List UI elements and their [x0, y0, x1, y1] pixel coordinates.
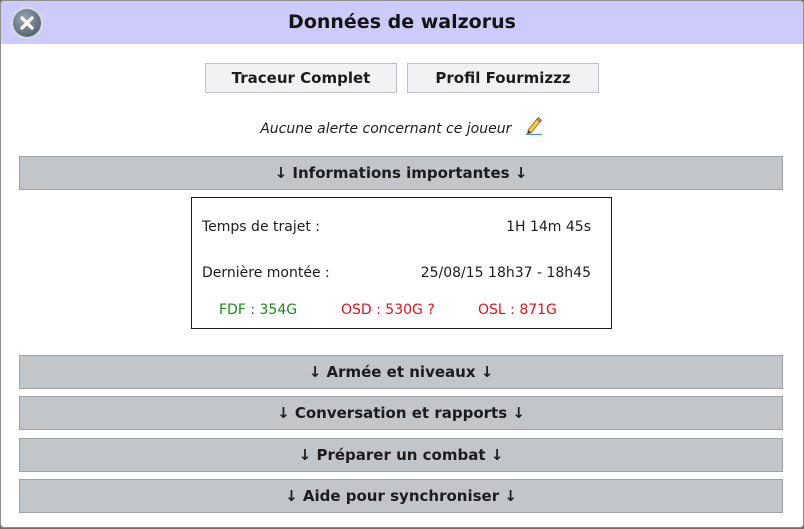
- section-prepare-combat[interactable]: ↓ Préparer un combat ↓: [19, 438, 783, 472]
- pencil-icon[interactable]: [524, 115, 544, 143]
- alert-row: Aucune alerte concernant ce joueur: [1, 115, 803, 139]
- fourmizzz-profile-button[interactable]: Profil Fourmizzz: [407, 63, 599, 93]
- tracer-complete-button[interactable]: Traceur Complet: [205, 63, 397, 93]
- close-icon[interactable]: [13, 9, 41, 37]
- dialog-titlebar: Données de walzorus: [1, 1, 803, 44]
- travel-time-label: Temps de trajet :: [202, 219, 320, 235]
- osl-stat: OSL : 871G: [478, 302, 557, 318]
- dialog-title: Données de walzorus: [288, 11, 516, 33]
- section-sync-help[interactable]: ↓ Aide pour synchroniser ↓: [19, 479, 783, 513]
- important-info-panel: Temps de trajet : 1H 14m 45s Dernière mo…: [191, 197, 612, 329]
- fdf-stat: FDF : 354G: [219, 302, 298, 318]
- osd-stat: OSD : 530G ?: [341, 302, 435, 318]
- travel-time-value: 1H 14m 45s: [506, 219, 591, 235]
- section-conversation-reports[interactable]: ↓ Conversation et rapports ↓: [19, 396, 783, 430]
- player-data-dialog: Données de walzorus Traceur Complet Prof…: [0, 0, 804, 528]
- alert-text: Aucune alerte concernant ce joueur: [260, 121, 512, 137]
- section-army-levels[interactable]: ↓ Armée et niveaux ↓: [19, 355, 783, 389]
- last-climb-value: 25/08/15 18h37 - 18h45: [420, 265, 591, 281]
- section-important-info[interactable]: ↓ Informations importantes ↓: [19, 156, 783, 190]
- last-climb-label: Dernière montée :: [202, 265, 330, 281]
